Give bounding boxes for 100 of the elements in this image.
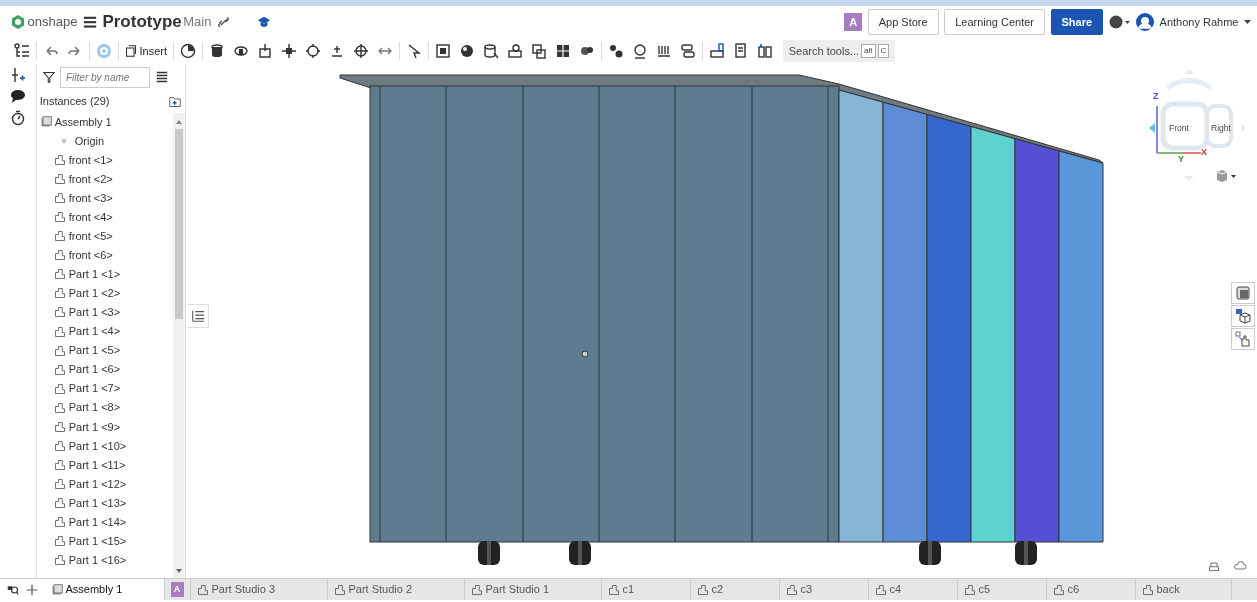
sections-icon[interactable] bbox=[1235, 285, 1251, 301]
list-icon[interactable] bbox=[155, 71, 168, 84]
part-studio-icon bbox=[470, 583, 483, 596]
tree-item[interactable]: Part 1 <8> bbox=[39, 398, 173, 418]
tree-item[interactable]: front <1> bbox=[39, 150, 173, 170]
document-icon[interactable] bbox=[732, 43, 749, 59]
tree-item[interactable]: Part 1 <16> bbox=[39, 550, 173, 570]
feature-tree-icon[interactable] bbox=[14, 43, 30, 59]
sphere-icon[interactable] bbox=[458, 43, 475, 59]
part-icon bbox=[53, 306, 66, 319]
tree-item[interactable]: Part 1 <6> bbox=[39, 360, 173, 380]
part-studio-icon bbox=[333, 583, 346, 596]
link-icon[interactable] bbox=[216, 15, 230, 29]
cube-face-label[interactable]: Front bbox=[1169, 122, 1189, 135]
workspace-label[interactable]: Main bbox=[183, 12, 212, 32]
caret-icon[interactable] bbox=[1244, 19, 1251, 25]
search-icon[interactable] bbox=[5, 583, 20, 596]
part-icon bbox=[53, 363, 66, 376]
move-icon[interactable] bbox=[280, 43, 297, 59]
new-folder-icon[interactable] bbox=[168, 95, 183, 108]
tree-item[interactable]: Part 1 <4> bbox=[39, 322, 173, 342]
part-studio-icon bbox=[963, 583, 976, 596]
origin-icon bbox=[59, 137, 68, 146]
model-drawing[interactable] bbox=[339, 74, 1104, 565]
tree-item[interactable]: Part 1 <9> bbox=[39, 417, 173, 437]
assembly-icon bbox=[39, 116, 52, 128]
comment-icon[interactable] bbox=[10, 88, 26, 105]
extrude-icon[interactable] bbox=[256, 43, 273, 59]
tree-item[interactable]: Part 1 <3> bbox=[39, 302, 173, 322]
database-icon[interactable] bbox=[482, 43, 499, 59]
spring-icon[interactable] bbox=[655, 43, 672, 59]
select-hand-icon[interactable] bbox=[1235, 331, 1251, 347]
view-mode-icon[interactable] bbox=[1215, 169, 1237, 183]
tree-item[interactable]: Assembly 1 bbox=[39, 112, 173, 132]
key-cap: alt bbox=[861, 44, 876, 58]
measure-icon[interactable] bbox=[10, 66, 26, 83]
box-view-icon[interactable] bbox=[1235, 308, 1251, 324]
tree-item[interactable]: Part 1 <10> bbox=[39, 436, 173, 456]
tree-item[interactable]: front <5> bbox=[39, 226, 173, 246]
outline-toggle-icon[interactable] bbox=[190, 309, 205, 323]
scrollbar-thumb[interactable] bbox=[175, 128, 183, 319]
tree-item[interactable]: Origin bbox=[39, 131, 173, 151]
tree-item[interactable]: Part 1 <11> bbox=[39, 455, 173, 475]
toggle-icon[interactable] bbox=[679, 43, 696, 59]
header-button[interactable]: Share bbox=[1050, 8, 1104, 36]
clock-icon[interactable] bbox=[179, 43, 196, 59]
crosshair-icon[interactable] bbox=[352, 43, 369, 59]
tree-item[interactable]: front <3> bbox=[39, 188, 173, 208]
grid-icon[interactable] bbox=[554, 43, 571, 59]
tree-item[interactable]: Part 1 <1> bbox=[39, 264, 173, 284]
user-name[interactable]: Anthony Rahme bbox=[1159, 13, 1239, 31]
columns-icon[interactable] bbox=[756, 43, 773, 59]
filter-field[interactable]: Filter by name bbox=[60, 66, 150, 88]
tree-item[interactable]: Part 1 <13> bbox=[39, 493, 173, 513]
menu-icon[interactable] bbox=[82, 15, 97, 29]
part-icon bbox=[53, 230, 66, 243]
copy-icon[interactable] bbox=[530, 43, 547, 59]
header-button[interactable]: App Store bbox=[867, 8, 939, 36]
app-name[interactable]: onshape bbox=[27, 12, 78, 32]
part-icon bbox=[53, 211, 66, 224]
tree-item[interactable]: front <4> bbox=[39, 207, 173, 227]
header-button[interactable]: Learning Center bbox=[944, 8, 1046, 36]
filter-icon[interactable] bbox=[42, 71, 55, 84]
part-studio-icon bbox=[696, 583, 709, 596]
part-icon bbox=[53, 554, 66, 567]
part-studio-icon bbox=[1141, 583, 1154, 596]
stack-icon[interactable] bbox=[506, 43, 523, 59]
insert-icon bbox=[124, 45, 137, 57]
tree-item[interactable]: Part 1 <5> bbox=[39, 341, 173, 361]
cloud-icon[interactable] bbox=[1233, 560, 1247, 572]
panel-icon[interactable] bbox=[708, 43, 725, 59]
logo-icon[interactable] bbox=[10, 14, 26, 30]
stopwatch-icon[interactable] bbox=[10, 109, 26, 126]
tree-item[interactable]: Part 1 <12> bbox=[39, 474, 173, 494]
part-studio-icon bbox=[1052, 583, 1065, 596]
tree-item[interactable]: front <2> bbox=[39, 169, 173, 189]
avatar-icon[interactable] bbox=[1136, 13, 1155, 31]
print-icon[interactable] bbox=[1207, 560, 1221, 572]
add-tab-icon[interactable] bbox=[25, 582, 39, 597]
part-icon bbox=[53, 401, 66, 414]
tree-item[interactable]: Part 1 <15> bbox=[39, 531, 173, 551]
graduation-cap-icon[interactable] bbox=[257, 15, 272, 29]
part-studio-icon bbox=[607, 583, 620, 596]
search-tools-field[interactable]: Search tools... alt C bbox=[782, 39, 896, 63]
cylinder-icon[interactable] bbox=[208, 43, 225, 59]
axis-triad-icon bbox=[1156, 105, 1202, 154]
frame-icon[interactable] bbox=[434, 43, 451, 59]
part-icon bbox=[53, 420, 66, 433]
revolve-icon[interactable] bbox=[232, 43, 249, 59]
tree-item[interactable]: Part 1 <7> bbox=[39, 379, 173, 399]
tree-item[interactable]: Part 1 <2> bbox=[39, 283, 173, 303]
tree-item[interactable]: front <6> bbox=[39, 245, 173, 265]
document-title: Prototype bbox=[102, 11, 182, 34]
part-icon bbox=[53, 477, 66, 490]
part-icon bbox=[53, 268, 66, 281]
axis-label: Z bbox=[1153, 92, 1159, 101]
insert-button[interactable]: Insert bbox=[121, 41, 171, 61]
document-tab[interactable]: Assembly 1 bbox=[44, 579, 165, 600]
tree-item[interactable]: Part 1 <14> bbox=[39, 512, 173, 532]
part-icon bbox=[53, 325, 66, 338]
